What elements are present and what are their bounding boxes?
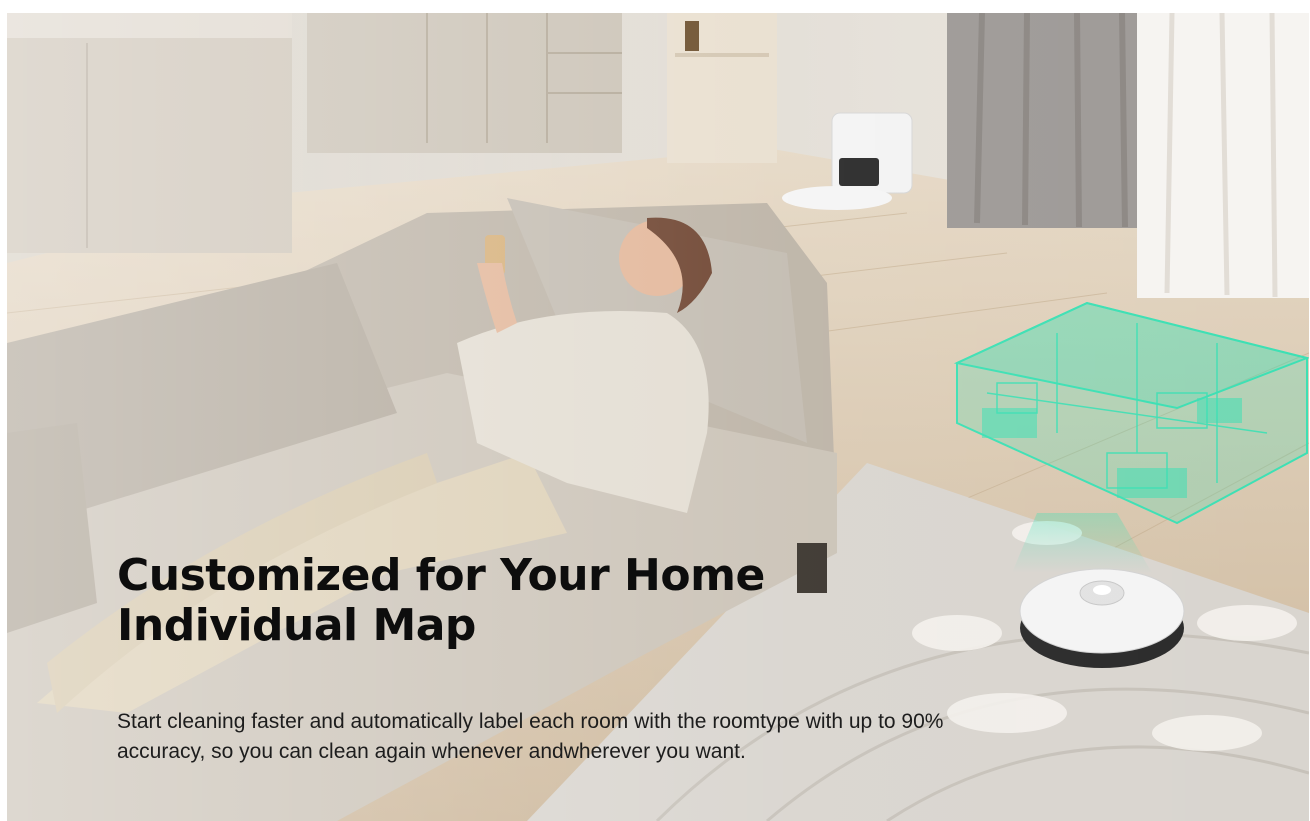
headline-line-2: Individual Map — [117, 600, 476, 651]
hero-description: Start cleaning faster and automatically … — [117, 710, 944, 763]
headline-line-1: Customized for Your Home — [117, 550, 765, 601]
hero-headline: Customized for Your Home Individual Map — [117, 551, 765, 651]
hero-banner: Customized for Your Home Individual Map … — [7, 13, 1309, 821]
living-room-scene — [7, 13, 1309, 821]
